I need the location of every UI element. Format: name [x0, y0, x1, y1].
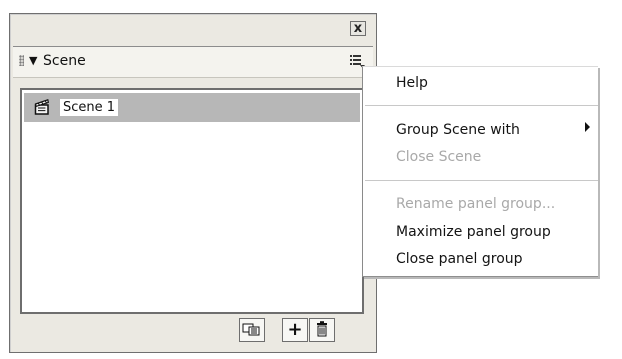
scene-panel-window: x ▼ Scene Scene 1 + — [9, 13, 377, 353]
menu-divider — [365, 105, 598, 106]
add-scene-button[interactable]: + — [282, 318, 308, 342]
duplicate-scene-icon — [242, 323, 260, 336]
menu-item-close-panel-group[interactable]: Close panel group — [396, 251, 523, 267]
menu-item-close-scene: Close Scene — [396, 149, 482, 165]
scene-label: Scene 1 — [60, 99, 119, 116]
scene-list: Scene 1 — [20, 88, 364, 314]
collapse-arrow-icon[interactable]: ▼ — [29, 54, 37, 68]
panel-title: Scene — [43, 53, 86, 69]
scene-row-selected[interactable]: Scene 1 — [24, 93, 360, 122]
delete-scene-button[interactable] — [309, 318, 335, 342]
menu-item-rename-panel-group: Rename panel group... — [396, 196, 556, 212]
menu-item-group-scene-with[interactable]: Group Scene with — [396, 122, 520, 138]
menu-item-maximize-panel-group[interactable]: Maximize panel group — [396, 224, 551, 240]
add-scene-icon: + — [287, 319, 303, 340]
panel-footer: + — [13, 317, 373, 348]
panel-options-menu: Help Group Scene with Close Scene Rename… — [362, 66, 598, 277]
clapper-icon — [34, 99, 49, 115]
panel-grip-icon[interactable] — [19, 55, 24, 66]
menu-divider — [365, 180, 598, 181]
window-close-button[interactable]: x — [350, 21, 366, 36]
panel-header: ▼ Scene — [13, 46, 373, 78]
submenu-arrow-icon — [585, 122, 590, 132]
delete-scene-icon — [317, 321, 327, 337]
menu-item-help[interactable]: Help — [396, 75, 428, 91]
duplicate-scene-button[interactable] — [239, 318, 265, 342]
